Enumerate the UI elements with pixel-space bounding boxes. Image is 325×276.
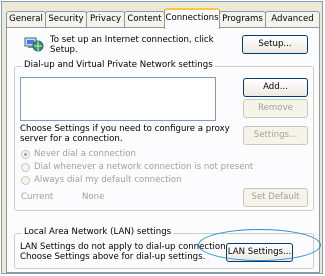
dial-whenever-label: Dial whenever a network connection is no… xyxy=(34,162,254,172)
setup-button[interactable]: Setup... xyxy=(242,35,308,54)
tab-content[interactable]: Content xyxy=(124,11,165,27)
never-dial-radio[interactable] xyxy=(21,150,30,159)
proxy-settings-line1: Choose Settings if you need to configure… xyxy=(20,124,230,134)
never-dial-label: Never dial a connection xyxy=(34,149,136,159)
tab-advanced[interactable]: Advanced xyxy=(265,11,320,27)
remove-button[interactable]: Remove xyxy=(243,99,308,118)
setup-instructions-line1: To set up an Internet connection, click xyxy=(50,35,214,45)
settings-button[interactable]: Settings... xyxy=(243,126,308,145)
lan-group-title: Local Area Network (LAN) settings xyxy=(22,227,174,237)
tab-strip: General Security Privacy Content Connect… xyxy=(6,8,323,29)
tab-privacy[interactable]: Privacy xyxy=(86,11,125,27)
lan-info-line2: Choose Settings above for dial-up settin… xyxy=(20,252,206,262)
current-label: Current xyxy=(21,192,54,202)
tab-connections[interactable]: Connections xyxy=(164,8,220,29)
tab-programs[interactable]: Programs xyxy=(219,11,266,27)
network-globe-icon xyxy=(24,37,44,52)
set-default-button[interactable]: Set Default xyxy=(243,188,308,207)
always-dial-label: Always dial my default connection xyxy=(34,175,182,185)
lan-settings-highlight-ellipse xyxy=(198,229,321,261)
tab-general[interactable]: General xyxy=(6,11,46,27)
setup-instructions-line2: Setup. xyxy=(50,45,78,55)
dial-whenever-radio[interactable] xyxy=(21,163,30,172)
dialup-group-title: Dial-up and Virtual Private Network sett… xyxy=(22,60,215,70)
connections-listbox[interactable] xyxy=(20,77,216,121)
current-value: None xyxy=(82,192,105,202)
always-dial-radio[interactable] xyxy=(21,176,30,185)
tab-security[interactable]: Security xyxy=(45,11,87,27)
proxy-settings-line2: server for a connection. xyxy=(20,134,123,144)
add-button[interactable]: Add... xyxy=(243,78,308,97)
dialup-vpn-group: Dial-up and Virtual Private Network sett… xyxy=(14,60,314,211)
